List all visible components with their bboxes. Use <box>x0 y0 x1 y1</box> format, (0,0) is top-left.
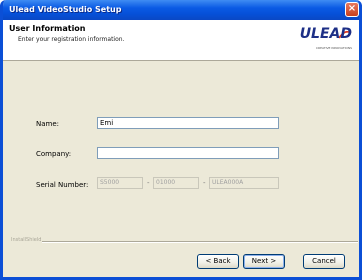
serial-part-2: 01000 <box>153 177 199 189</box>
wizard-header: User Information Enter your registration… <box>3 20 359 61</box>
title-bar[interactable]: Ulead VideoStudio Setup × <box>3 0 359 20</box>
name-field[interactable]: Emi <box>97 117 279 129</box>
name-label: Name: <box>36 120 60 128</box>
company-label: Company: <box>36 150 72 158</box>
next-button[interactable]: Next > <box>243 254 285 269</box>
serial-separator: - <box>203 179 206 187</box>
serial-number-label: Serial Number: <box>36 181 89 189</box>
footer-divider <box>42 241 358 243</box>
back-button[interactable]: < Back <box>197 254 239 269</box>
close-icon: × <box>347 3 357 14</box>
serial-part-3: ULEA000A <box>209 177 279 189</box>
cancel-button[interactable]: Cancel <box>303 254 345 269</box>
company-field[interactable] <box>97 147 279 159</box>
close-button[interactable]: × <box>345 2 359 17</box>
logo-wordmark: ULEAD <box>299 26 352 42</box>
page-subtitle: Enter your registration information. <box>18 36 125 43</box>
logo-tagline: CREATIVE INNOVATIONS <box>315 46 352 50</box>
serial-separator: - <box>147 179 150 187</box>
setup-dialog: Ulead VideoStudio Setup × User Informati… <box>0 0 362 280</box>
installshield-label: InstallShield <box>11 237 42 243</box>
window-title: Ulead VideoStudio Setup <box>9 5 122 14</box>
page-title: User Information <box>9 24 86 33</box>
serial-part-1: S5000 <box>97 177 143 189</box>
ulead-logo: ULEAD CREATIVE INNOVATIONS <box>298 26 352 54</box>
